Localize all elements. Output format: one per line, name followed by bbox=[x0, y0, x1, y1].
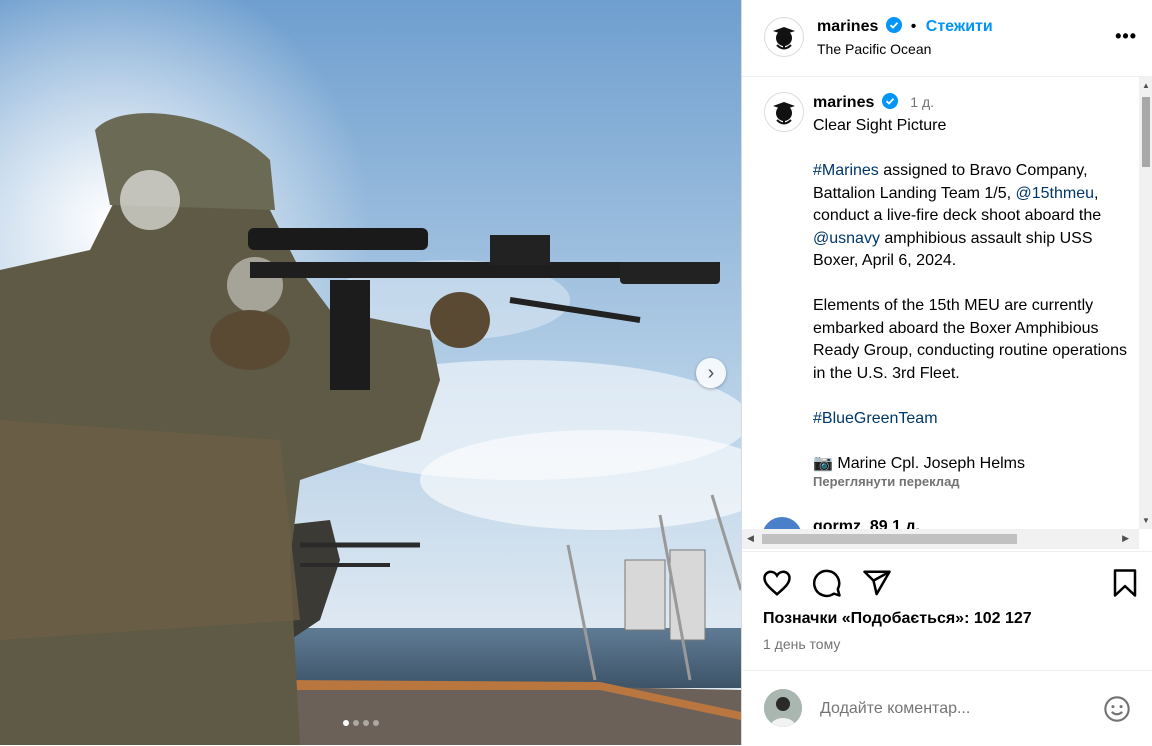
caption-paragraph-2: Elements of the 15th MEU are currently e… bbox=[813, 297, 1127, 382]
add-comment-input[interactable] bbox=[818, 699, 1082, 719]
verified-badge-icon bbox=[881, 93, 898, 109]
comments-section[interactable]: marines 1 д. Clear Sight Picture #Marine… bbox=[742, 77, 1139, 529]
post-panel: marines • Стежити The Pacific Ocean ••• … bbox=[741, 0, 1152, 745]
camera-icon: 📷 bbox=[813, 454, 833, 472]
carousel-dot bbox=[353, 720, 359, 726]
emoji-icon[interactable] bbox=[1103, 695, 1131, 723]
current-user-avatar bbox=[764, 689, 802, 727]
caption-paragraph-3: #BlueGreenTeam bbox=[813, 408, 1133, 431]
eagle-globe-anchor-icon bbox=[773, 27, 795, 50]
post-actions bbox=[742, 551, 1152, 598]
caption-time[interactable]: 1 д. bbox=[910, 94, 934, 110]
dot-separator: • bbox=[906, 18, 917, 35]
eagle-globe-anchor-icon bbox=[773, 102, 795, 125]
scrollbar-thumb[interactable] bbox=[1142, 97, 1150, 167]
scroll-up-arrow-icon[interactable]: ▲ bbox=[1142, 81, 1150, 90]
likes-label: Позначки «Подобається»: bbox=[763, 610, 974, 627]
next-slide-button[interactable]: › bbox=[696, 358, 726, 388]
user-photo-icon bbox=[764, 689, 802, 727]
carousel-dots bbox=[343, 720, 379, 726]
carousel-dot bbox=[373, 720, 379, 726]
caption-text: Marine Cpl. Joseph Helms bbox=[832, 454, 1025, 472]
bookmark-icon[interactable] bbox=[1110, 568, 1140, 598]
hashtag-link[interactable]: #Marines bbox=[813, 162, 879, 179]
vertical-scrollbar[interactable]: ▲ ▼ bbox=[1139, 77, 1152, 529]
comment-username[interactable]: gormz_89 1 д. bbox=[813, 518, 920, 529]
scroll-left-arrow-icon[interactable]: ◀ bbox=[747, 533, 754, 544]
mention-link[interactable]: @usnavy bbox=[813, 230, 880, 247]
comment-icon[interactable] bbox=[812, 568, 842, 598]
heart-icon[interactable] bbox=[762, 568, 792, 598]
mention-link[interactable]: @15thmeu bbox=[1016, 185, 1095, 202]
author-username[interactable]: marines bbox=[817, 18, 878, 35]
send-icon[interactable] bbox=[862, 568, 892, 598]
caption-title: Clear Sight Picture bbox=[813, 117, 947, 134]
caption-paragraph-1: #Marines assigned to Bravo Company, Batt… bbox=[813, 160, 1133, 273]
author-avatar[interactable] bbox=[764, 17, 804, 57]
post-location[interactable]: The Pacific Ocean bbox=[817, 41, 931, 57]
verified-badge-icon bbox=[885, 17, 902, 33]
caption-paragraph-4: 📷 Marine Cpl. Joseph Helms bbox=[813, 453, 1133, 476]
carousel-dot bbox=[363, 720, 369, 726]
carousel-dot bbox=[343, 720, 349, 726]
follow-button[interactable]: Стежити bbox=[926, 18, 993, 35]
more-options-button[interactable]: ••• bbox=[1115, 26, 1137, 47]
post-timestamp[interactable]: 1 день тому bbox=[763, 636, 840, 652]
horizontal-scrollbar[interactable]: ◀ ▶ bbox=[742, 529, 1139, 549]
comment-bar bbox=[742, 670, 1152, 746]
post-caption: Clear Sight Picture #Marines assigned to… bbox=[813, 115, 1133, 475]
photo-image bbox=[0, 0, 741, 745]
hashtag-link[interactable]: #BlueGreenTeam bbox=[813, 410, 938, 427]
comment-avatar[interactable] bbox=[762, 517, 802, 529]
chevron-right-icon: › bbox=[707, 361, 715, 384]
caption-username[interactable]: marines bbox=[813, 94, 874, 111]
scroll-right-arrow-icon[interactable]: ▶ bbox=[1122, 533, 1129, 544]
likes-number: 102 127 bbox=[973, 610, 1032, 627]
post-header: marines • Стежити The Pacific Ocean ••• bbox=[742, 0, 1152, 77]
likes-count[interactable]: Позначки «Подобається»: 102 127 bbox=[763, 610, 1032, 628]
caption-author-avatar[interactable] bbox=[764, 92, 804, 132]
post-photo[interactable]: › bbox=[0, 0, 741, 745]
scrollbar-thumb[interactable] bbox=[762, 534, 1017, 544]
see-translation-link[interactable]: Переглянути переклад bbox=[813, 474, 960, 489]
scroll-down-arrow-icon[interactable]: ▼ bbox=[1142, 516, 1150, 525]
